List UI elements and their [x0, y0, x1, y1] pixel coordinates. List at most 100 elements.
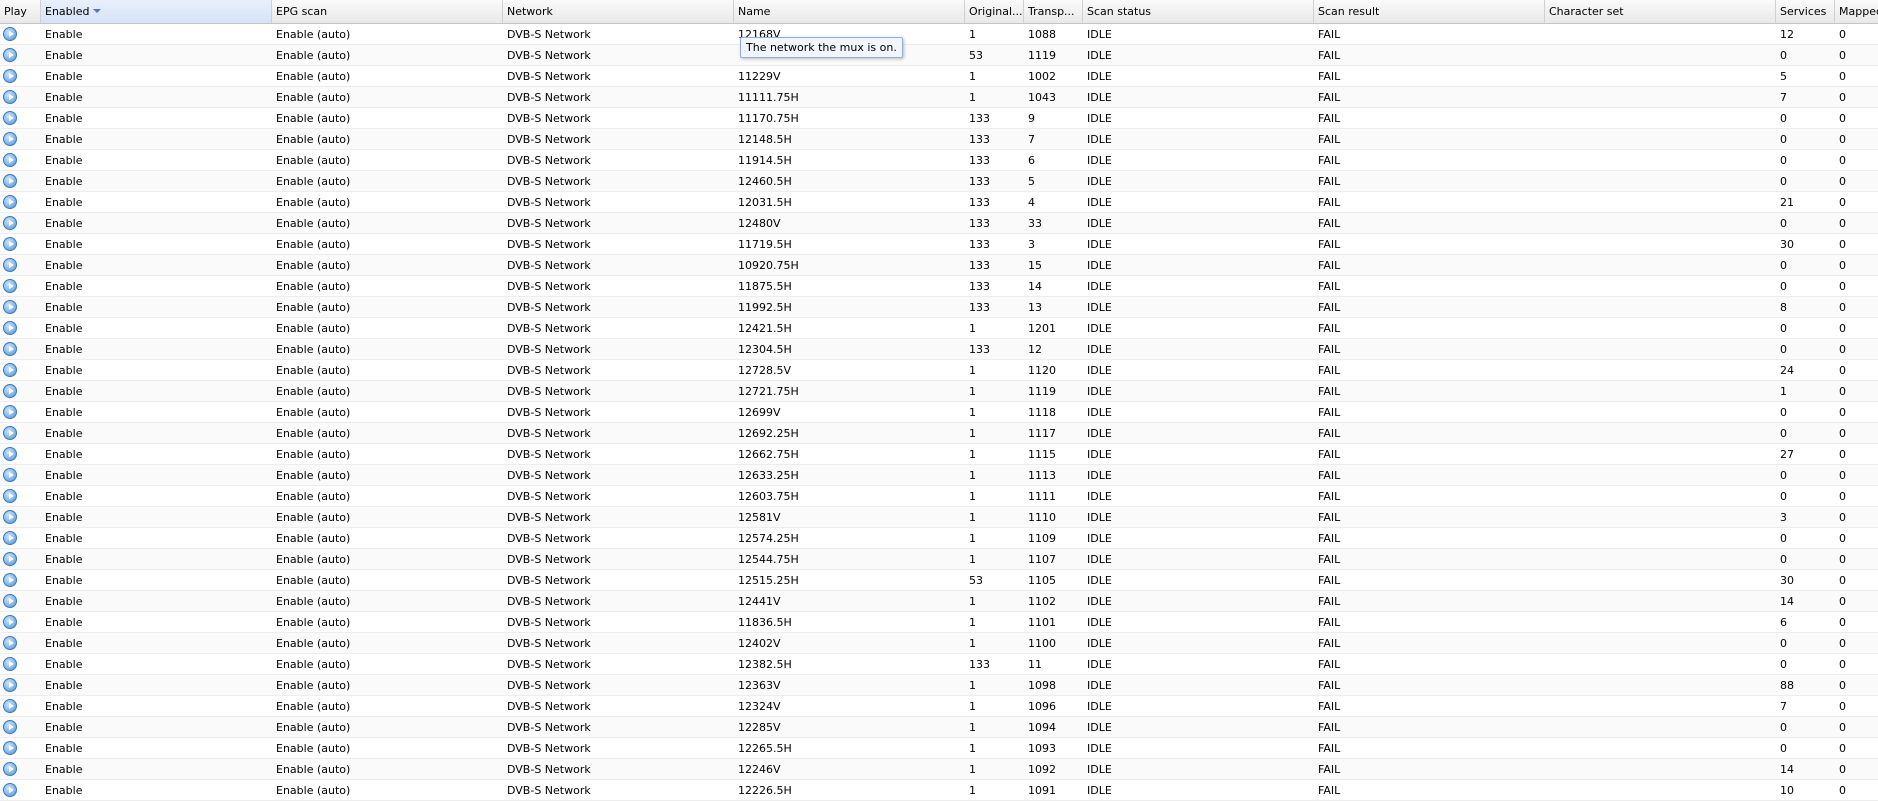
- table-row[interactable]: Enable Enable (auto) DVB-S Network 11914.5H…: [0, 150, 1878, 171]
- play-icon[interactable]: [3, 90, 17, 104]
- transport-stream-id-cell: 4: [1028, 196, 1035, 209]
- play-icon[interactable]: [3, 69, 17, 83]
- table-row[interactable]: Enable Enable (auto) DVB-S Network 53 1119 ID…: [0, 45, 1878, 66]
- play-icon[interactable]: [3, 195, 17, 209]
- play-icon[interactable]: [3, 258, 17, 272]
- table-row[interactable]: Enable Enable (auto) DVB-S Network 12544.75…: [0, 549, 1878, 570]
- scan-result-cell: FAIL: [1318, 259, 1341, 272]
- play-icon[interactable]: [3, 489, 17, 503]
- play-icon[interactable]: [3, 384, 17, 398]
- play-icon[interactable]: [3, 468, 17, 482]
- play-icon[interactable]: [3, 615, 17, 629]
- table-row[interactable]: Enable Enable (auto) DVB-S Network 12031.5H…: [0, 192, 1878, 213]
- table-row[interactable]: Enable Enable (auto) DVB-S Network 12304.5H…: [0, 339, 1878, 360]
- play-icon[interactable]: [3, 426, 17, 440]
- table-row[interactable]: Enable Enable (auto) DVB-S Network 12633.25…: [0, 465, 1878, 486]
- play-icon[interactable]: [3, 27, 17, 41]
- table-row[interactable]: Enable Enable (auto) DVB-S Network 12574.25…: [0, 528, 1878, 549]
- play-icon[interactable]: [3, 342, 17, 356]
- play-icon[interactable]: [3, 552, 17, 566]
- table-row[interactable]: Enable Enable (auto) DVB-S Network 10920.75…: [0, 255, 1878, 276]
- play-icon[interactable]: [3, 174, 17, 188]
- scan-status-cell: IDLE: [1087, 532, 1112, 545]
- table-row[interactable]: Enable Enable (auto) DVB-S Network 12460.5H…: [0, 171, 1878, 192]
- play-icon[interactable]: [3, 300, 17, 314]
- play-icon[interactable]: [3, 783, 17, 797]
- services-cell: 21: [1780, 196, 1794, 209]
- table-row[interactable]: Enable Enable (auto) DVB-S Network 12382.5H…: [0, 654, 1878, 675]
- play-icon[interactable]: [3, 111, 17, 125]
- table-row[interactable]: Enable Enable (auto) DVB-S Network 11111.75…: [0, 87, 1878, 108]
- play-icon[interactable]: [3, 573, 17, 587]
- services-cell: 0: [1780, 175, 1787, 188]
- scan-result-cell: FAIL: [1318, 238, 1341, 251]
- table-row[interactable]: Enable Enable (auto) DVB-S Network 11170.75…: [0, 108, 1878, 129]
- play-icon[interactable]: [3, 636, 17, 650]
- scan-status-cell: IDLE: [1087, 742, 1112, 755]
- table-row[interactable]: Enable Enable (auto) DVB-S Network 12662.75…: [0, 444, 1878, 465]
- play-icon[interactable]: [3, 678, 17, 692]
- play-icon[interactable]: [3, 720, 17, 734]
- table-row[interactable]: Enable Enable (auto) DVB-S Network 12480V 13…: [0, 213, 1878, 234]
- table-row[interactable]: Enable Enable (auto) DVB-S Network 12246V 1 1…: [0, 759, 1878, 780]
- play-icon[interactable]: [3, 132, 17, 146]
- table-row[interactable]: Enable Enable (auto) DVB-S Network 12402V 1 1…: [0, 633, 1878, 654]
- transport-stream-id-cell: 1119: [1028, 49, 1056, 62]
- table-row[interactable]: Enable Enable (auto) DVB-S Network 11875.5H…: [0, 276, 1878, 297]
- network-cell: DVB-S Network: [507, 511, 591, 524]
- table-row[interactable]: Enable Enable (auto) DVB-S Network 12581V 1 1…: [0, 507, 1878, 528]
- transport-stream-id-cell: 1118: [1028, 406, 1056, 419]
- play-cell: [0, 150, 41, 171]
- table-row[interactable]: Enable Enable (auto) DVB-S Network 12226.5H…: [0, 780, 1878, 801]
- table-row[interactable]: Enable Enable (auto) DVB-S Network 12421.5H…: [0, 318, 1878, 339]
- play-icon[interactable]: [3, 363, 17, 377]
- table-row[interactable]: Enable Enable (auto) DVB-S Network 12168V 1 1…: [0, 24, 1878, 45]
- table-row[interactable]: Enable Enable (auto) DVB-S Network 12692.25…: [0, 423, 1878, 444]
- play-icon[interactable]: [3, 48, 17, 62]
- table-row[interactable]: Enable Enable (auto) DVB-S Network 12324V 1 1…: [0, 696, 1878, 717]
- column-header-network[interactable]: Network: [503, 0, 734, 23]
- column-header-mapped[interactable]: Mapped: [1835, 0, 1878, 23]
- play-icon[interactable]: [3, 594, 17, 608]
- play-icon[interactable]: [3, 216, 17, 230]
- column-header-transport-stream-id[interactable]: Transp...: [1024, 0, 1083, 23]
- play-icon[interactable]: [3, 405, 17, 419]
- column-header-scan-status[interactable]: Scan status: [1083, 0, 1314, 23]
- play-icon[interactable]: [3, 531, 17, 545]
- transport-stream-id-cell: 14: [1028, 280, 1042, 293]
- column-header-character-set[interactable]: Character set: [1545, 0, 1776, 23]
- table-row[interactable]: Enable Enable (auto) DVB-S Network 12603.75…: [0, 486, 1878, 507]
- play-icon[interactable]: [3, 699, 17, 713]
- table-row[interactable]: Enable Enable (auto) DVB-S Network 11992.5H…: [0, 297, 1878, 318]
- column-header-epg-scan[interactable]: EPG scan: [272, 0, 503, 23]
- play-icon[interactable]: [3, 153, 17, 167]
- column-header-enabled[interactable]: Enabled: [41, 0, 272, 23]
- table-row[interactable]: Enable Enable (auto) DVB-S Network 11836.5H…: [0, 612, 1878, 633]
- table-row[interactable]: Enable Enable (auto) DVB-S Network 12515.25…: [0, 570, 1878, 591]
- play-icon[interactable]: [3, 237, 17, 251]
- column-header-services[interactable]: Services: [1776, 0, 1835, 23]
- column-header-original-network-id[interactable]: Original...: [965, 0, 1024, 23]
- play-icon[interactable]: [3, 741, 17, 755]
- play-icon[interactable]: [3, 657, 17, 671]
- column-header-scan-result[interactable]: Scan result: [1314, 0, 1545, 23]
- column-header-play[interactable]: Play: [0, 0, 41, 23]
- table-row[interactable]: Enable Enable (auto) DVB-S Network 11229V 1 1…: [0, 66, 1878, 87]
- table-row[interactable]: Enable Enable (auto) DVB-S Network 11719.5H…: [0, 234, 1878, 255]
- play-icon[interactable]: [3, 510, 17, 524]
- character-set-cell: [1545, 612, 1776, 633]
- name-cell: 12515.25H: [738, 574, 799, 587]
- table-row[interactable]: Enable Enable (auto) DVB-S Network 12721.75…: [0, 381, 1878, 402]
- play-icon[interactable]: [3, 321, 17, 335]
- play-icon[interactable]: [3, 279, 17, 293]
- play-icon[interactable]: [3, 762, 17, 776]
- table-row[interactable]: Enable Enable (auto) DVB-S Network 12148.5H…: [0, 129, 1878, 150]
- table-row[interactable]: Enable Enable (auto) DVB-S Network 12699V 1 1…: [0, 402, 1878, 423]
- table-row[interactable]: Enable Enable (auto) DVB-S Network 12728.5V…: [0, 360, 1878, 381]
- table-row[interactable]: Enable Enable (auto) DVB-S Network 12441V 1 1…: [0, 591, 1878, 612]
- table-row[interactable]: Enable Enable (auto) DVB-S Network 12363V 1 1…: [0, 675, 1878, 696]
- table-row[interactable]: Enable Enable (auto) DVB-S Network 12265.5H…: [0, 738, 1878, 759]
- table-row[interactable]: Enable Enable (auto) DVB-S Network 12285V 1 1…: [0, 717, 1878, 738]
- column-header-name[interactable]: Name: [734, 0, 965, 23]
- play-icon[interactable]: [3, 447, 17, 461]
